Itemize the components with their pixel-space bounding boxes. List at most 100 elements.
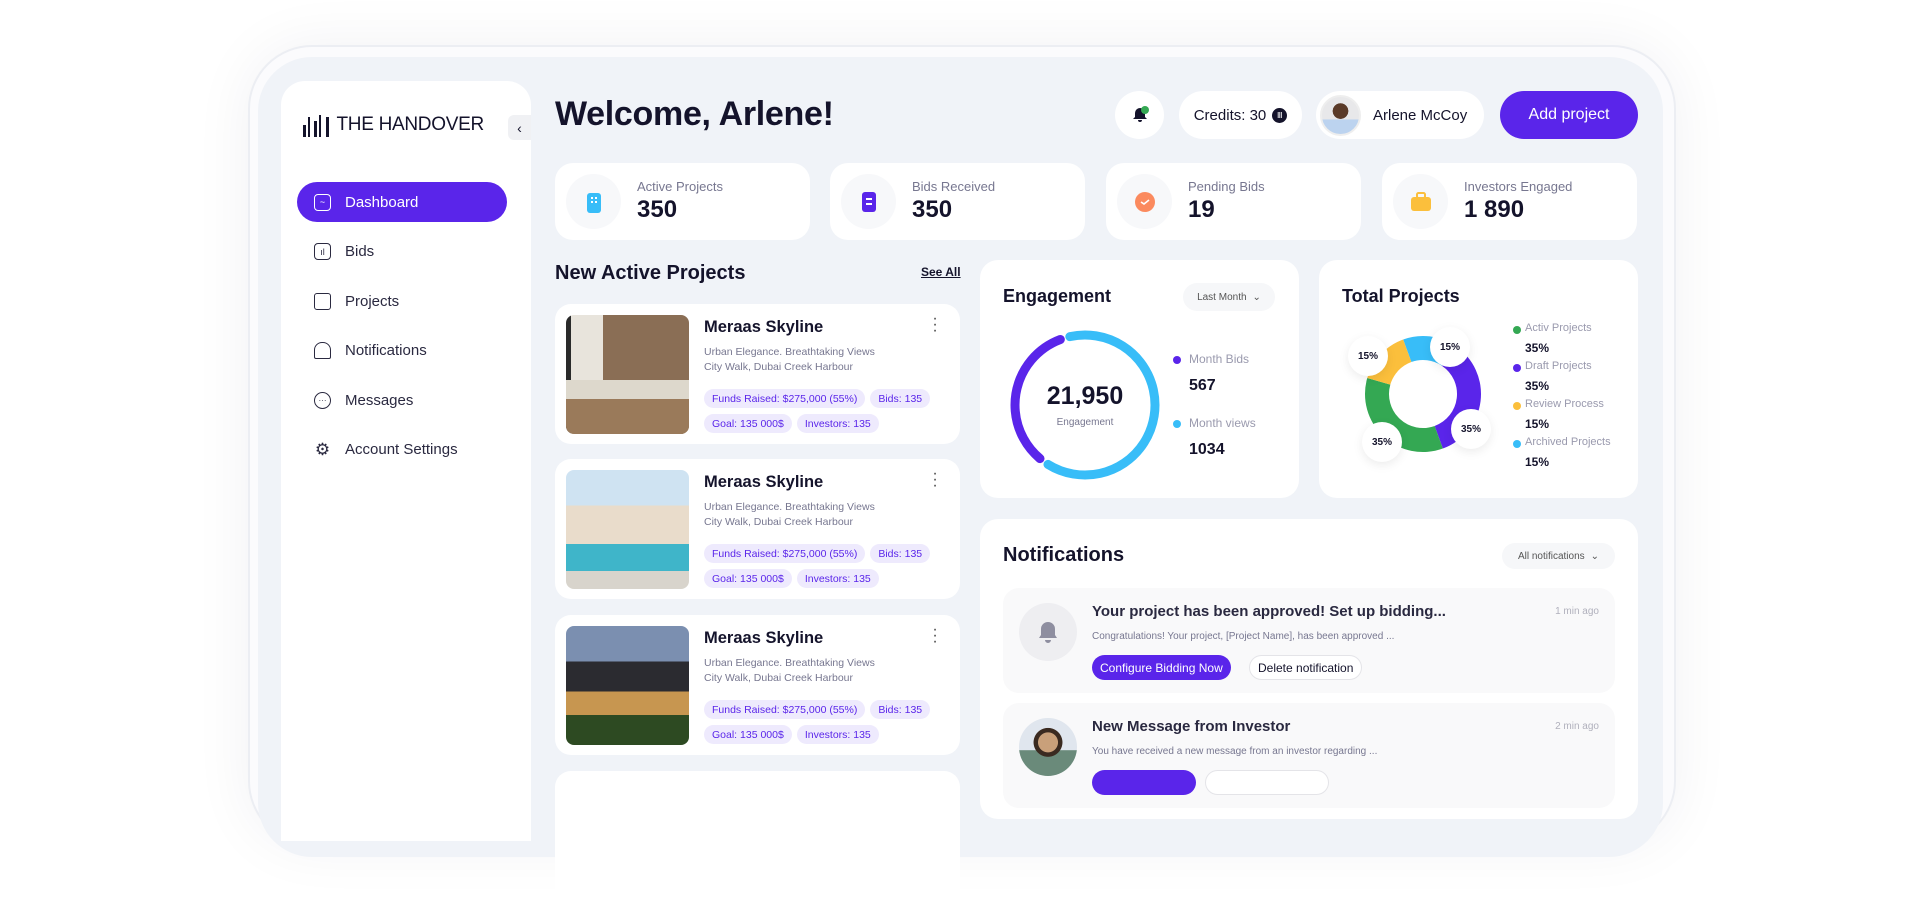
engagement-total: 21,950 xyxy=(1005,382,1165,411)
configure-bidding-button[interactable]: Configure Bidding Now xyxy=(1092,655,1231,680)
page-title: Welcome, Arlene! xyxy=(555,95,834,134)
notifications-filter-dropdown[interactable]: All notifications⌄ xyxy=(1502,543,1615,569)
sidebar-item-label: Dashboard xyxy=(345,194,418,211)
project-card[interactable]: Meraas Skyline Urban Elegance. Breathtak… xyxy=(555,304,960,444)
legend-dot xyxy=(1513,364,1521,372)
chevron-down-icon: ⌄ xyxy=(1591,551,1599,562)
notification-secondary-button[interactable] xyxy=(1205,770,1329,795)
collapse-sidebar-button[interactable]: ‹ xyxy=(508,115,531,140)
funds-tag: Funds Raised: $275,000 (55%) xyxy=(704,700,865,719)
stat-card-investors-engaged: Investors Engaged 1 890 xyxy=(1382,163,1637,240)
investors-tag: Investors: 135 xyxy=(797,725,879,744)
project-description: Urban Elegance. Breathtaking ViewsCity W… xyxy=(704,500,875,530)
chevron-left-icon: ‹ xyxy=(517,120,522,136)
legend-value: 567 xyxy=(1189,377,1216,395)
total-projects-card: Total Projects 15% 15% 35% 35% Activ Pro… xyxy=(1319,260,1638,498)
legend-value: 35% xyxy=(1525,379,1549,393)
investor-avatar xyxy=(1019,718,1077,776)
legend-label: Archived Projects xyxy=(1525,436,1611,448)
dropdown-value: Last Month xyxy=(1197,292,1246,303)
bar-chart-icon: ıl xyxy=(314,243,331,260)
notification-description: You have received a new message from an … xyxy=(1092,746,1377,757)
engagement-title: Engagement xyxy=(1003,286,1111,307)
stat-value: 350 xyxy=(637,196,677,224)
goal-tag: Goal: 135 000$ xyxy=(704,725,792,744)
stat-label: Investors Engaged xyxy=(1464,179,1572,194)
bids-tag: Bids: 135 xyxy=(870,700,930,719)
notification-time: 2 min ago xyxy=(1555,721,1599,732)
legend-label: Month views xyxy=(1189,416,1256,430)
stat-label: Active Projects xyxy=(637,179,723,194)
funds-tag: Funds Raised: $275,000 (55%) xyxy=(704,389,865,408)
bids-tag: Bids: 135 xyxy=(870,544,930,563)
project-description: Urban Elegance. Breathtaking ViewsCity W… xyxy=(704,345,875,375)
building-icon xyxy=(566,174,621,229)
legend-dot xyxy=(1513,440,1521,448)
month-views-dot xyxy=(1173,420,1181,428)
document-icon xyxy=(841,174,896,229)
funds-tag: Funds Raised: $275,000 (55%) xyxy=(704,544,865,563)
goal-tag: Goal: 135 000$ xyxy=(704,569,792,588)
dashboard-icon: ~ xyxy=(314,194,331,211)
legend-label: Draft Projects xyxy=(1525,360,1592,372)
engagement-card: Engagement Last Month⌄ 21,950 Engagement… xyxy=(980,260,1299,498)
legend-dot xyxy=(1513,402,1521,410)
notifications-title: Notifications xyxy=(1003,544,1124,567)
more-options-icon[interactable]: ··· xyxy=(931,627,939,645)
review-process-bubble: 15% xyxy=(1348,336,1388,376)
total-projects-title: Total Projects xyxy=(1342,286,1460,307)
brand-name: THE HANDOVER xyxy=(337,114,484,136)
sidebar-item-account-settings[interactable]: ⚙ Account Settings xyxy=(297,430,507,470)
coin-icon: Ⅲ xyxy=(1272,108,1287,123)
notification-time: 1 min ago xyxy=(1555,606,1599,617)
sidebar-item-label: Account Settings xyxy=(345,441,458,458)
sidebar-item-bids[interactable]: ılBids xyxy=(297,232,507,272)
project-card[interactable]: Meraas Skyline Urban Elegance. Breathtak… xyxy=(555,459,960,599)
stat-value: 1 890 xyxy=(1464,196,1524,224)
delete-notification-button[interactable]: Delete notification xyxy=(1249,655,1362,680)
notification-title: Your project has been approved! Set up b… xyxy=(1092,603,1446,620)
project-card[interactable]: Meraas Skyline Urban Elegance. Breathtak… xyxy=(555,615,960,755)
legend-value: 15% xyxy=(1525,455,1549,469)
stat-label: Bids Received xyxy=(912,179,995,194)
briefcase-icon xyxy=(1393,174,1448,229)
notification-item[interactable]: New Message from Investor You have recei… xyxy=(1003,703,1615,808)
investors-tag: Investors: 135 xyxy=(797,414,879,433)
bell-icon xyxy=(1130,105,1150,125)
credits-label: Credits: 30 xyxy=(1194,107,1267,124)
sidebar-item-dashboard[interactable]: ~ Dashboard xyxy=(297,182,507,222)
user-menu[interactable]: Arlene McCoy xyxy=(1316,91,1484,139)
notifications-button[interactable] xyxy=(1115,91,1164,139)
project-card[interactable] xyxy=(555,771,960,911)
project-name: Meraas Skyline xyxy=(704,629,823,648)
notification-item[interactable]: Your project has been approved! Set up b… xyxy=(1003,588,1615,693)
stat-value: 19 xyxy=(1188,196,1215,224)
sidebar-item-projects[interactable]: Projects xyxy=(297,281,507,321)
sidebar-item-label: Projects xyxy=(345,293,399,310)
bids-tag: Bids: 135 xyxy=(870,389,930,408)
add-project-button[interactable]: Add project xyxy=(1500,91,1638,139)
sidebar-item-notifications[interactable]: Notifications xyxy=(297,331,507,371)
more-options-icon[interactable]: ··· xyxy=(931,471,939,489)
gear-icon: ⚙ xyxy=(314,441,331,458)
sidebar-nav: ~ Dashboard ılBids Projects Notifications… xyxy=(297,182,507,479)
project-image xyxy=(566,315,689,434)
engagement-period-dropdown[interactable]: Last Month⌄ xyxy=(1183,283,1275,311)
notification-primary-button[interactable] xyxy=(1092,770,1196,795)
project-image xyxy=(566,626,689,745)
sidebar-item-messages[interactable]: ···Messages xyxy=(297,380,507,420)
engagement-total-label: Engagement xyxy=(1005,417,1165,428)
more-options-icon[interactable]: ··· xyxy=(931,316,939,334)
archived-projects-bubble: 15% xyxy=(1430,327,1470,367)
credits-badge[interactable]: Credits: 30 Ⅲ xyxy=(1179,91,1302,139)
month-bids-dot xyxy=(1173,356,1181,364)
see-all-link[interactable]: See All xyxy=(921,265,961,279)
chat-icon: ··· xyxy=(314,392,331,409)
project-name: Meraas Skyline xyxy=(704,473,823,492)
brand-logo[interactable]: THE HANDOVER xyxy=(303,113,484,137)
logo-icon xyxy=(303,113,329,137)
box-icon xyxy=(314,293,331,310)
legend-dot xyxy=(1513,326,1521,334)
stat-card-bids-received: Bids Received350 xyxy=(830,163,1085,240)
notification-title: New Message from Investor xyxy=(1092,718,1290,735)
